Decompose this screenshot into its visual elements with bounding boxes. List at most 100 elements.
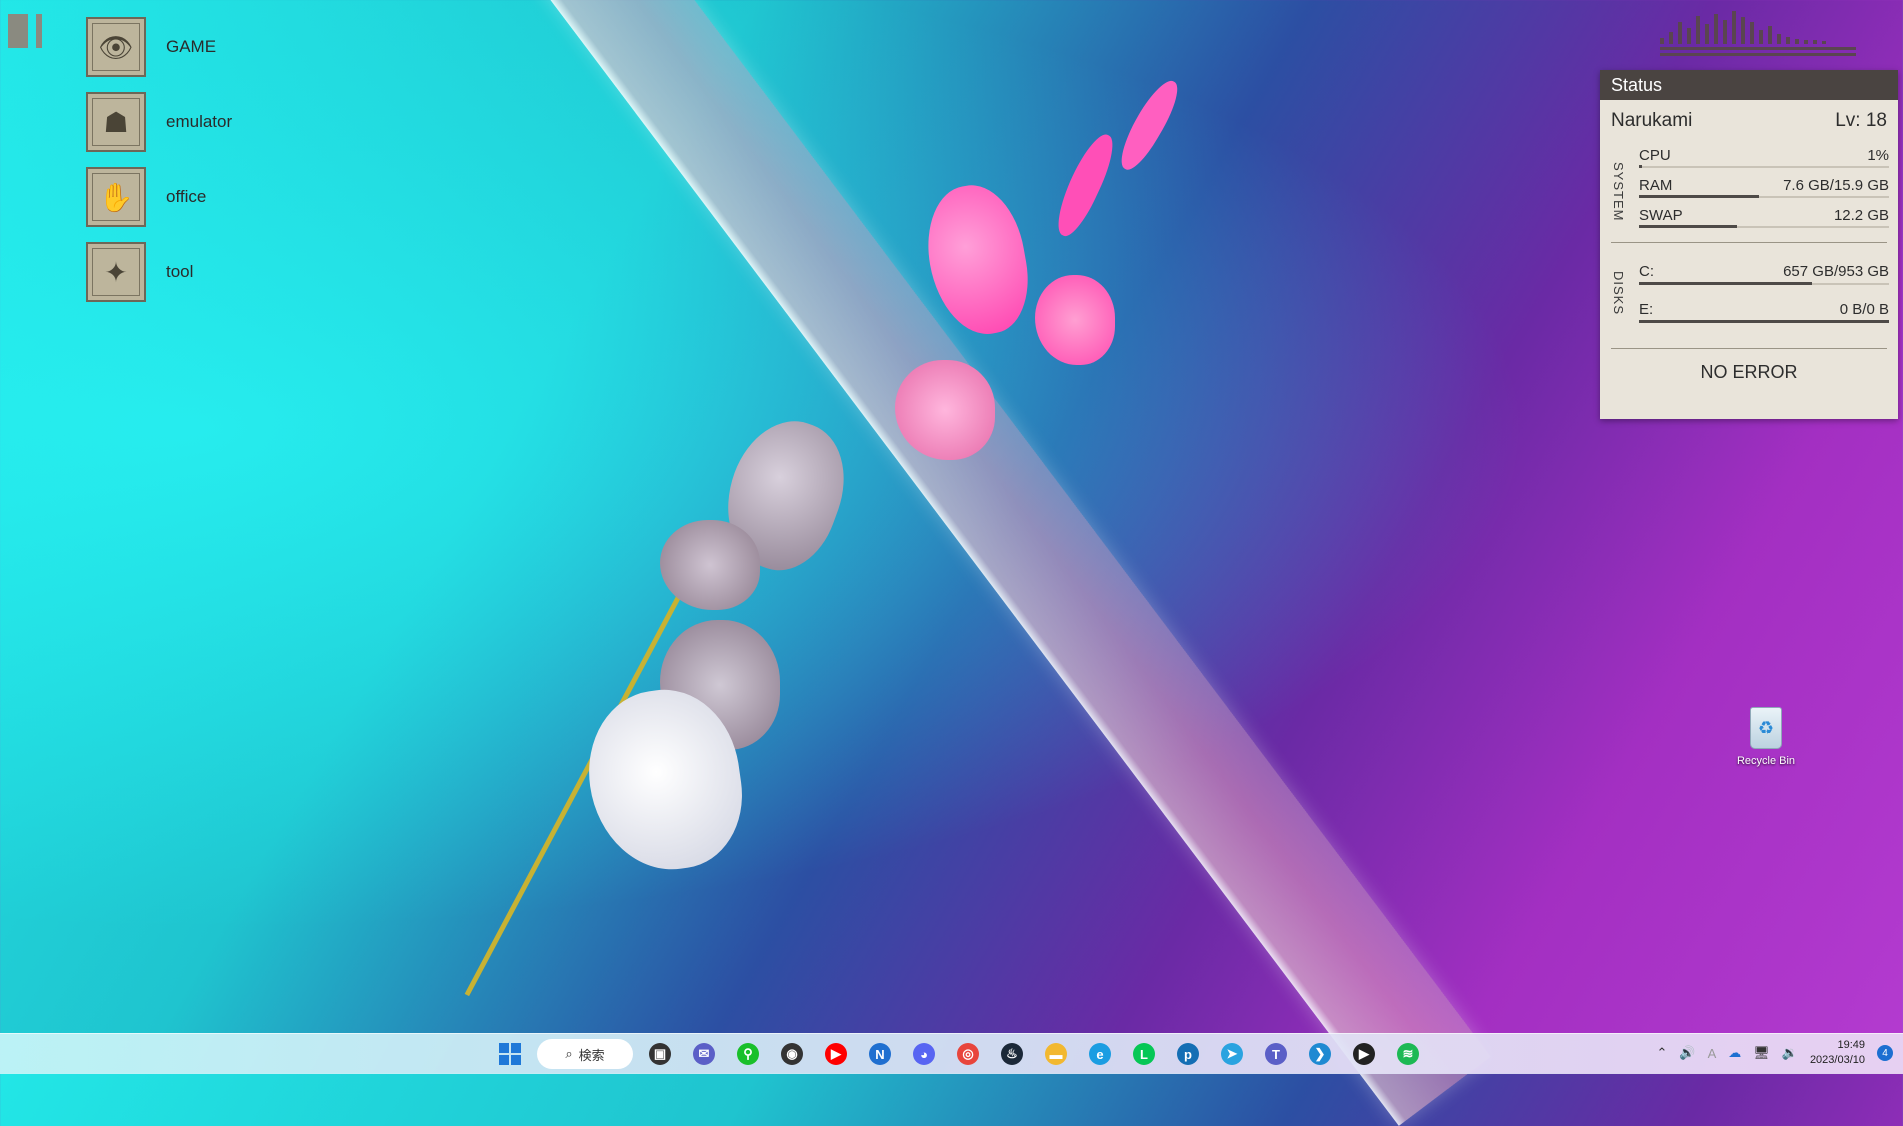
status-title: Status [1600, 70, 1898, 100]
cpu-bar-track [1639, 166, 1889, 168]
volume-icon[interactable]: 🔉 [1782, 1045, 1798, 1061]
taskbar-app-17[interactable]: ≋ [1391, 1038, 1425, 1070]
status-panel: Status Narukami Lv: 18 SYSTEM CPU 1% RAM… [1600, 70, 1898, 419]
visualizer-bar [1723, 20, 1727, 44]
status-user-row: Narukami Lv: 18 [1600, 100, 1898, 132]
star-glyph: ✦ [104, 256, 128, 288]
flower-petal [1035, 275, 1115, 365]
line-icon: L [1133, 1043, 1155, 1065]
launcher-label: tool [166, 262, 194, 281]
taskbar-app-11[interactable]: L [1127, 1038, 1161, 1070]
visualizer-bar [1732, 11, 1736, 44]
youtube-icon: ▶ [825, 1043, 847, 1065]
hands-icon: ✋ [86, 167, 146, 227]
chrome-icon: ◎ [957, 1043, 979, 1065]
system-rows: CPU 1% RAM 7.6 GB/15.9 GB SWAP 12.2 GB [1639, 142, 1889, 242]
launcher-item-tool[interactable]: ✦ tool [86, 241, 232, 303]
start-button[interactable] [493, 1038, 527, 1070]
audio-visualizer [1660, 10, 1856, 66]
taskbar-app-7[interactable]: ◎ [951, 1038, 985, 1070]
cpu-bar-fill [1639, 165, 1642, 168]
flower-petal [895, 360, 995, 460]
teams-icon: T [1265, 1043, 1287, 1065]
taskbar-app-3[interactable]: ◉ [775, 1038, 809, 1070]
visualizer-line [1660, 53, 1856, 56]
taskbar-app-10[interactable]: e [1083, 1038, 1117, 1070]
disks-section: DISKS C: 657 GB/953 GB E: 0 B/0 B [1600, 243, 1898, 348]
disk-c-bar-fill [1639, 282, 1812, 285]
visualizer-bar [1777, 34, 1781, 44]
vscode-icon: ❯ [1309, 1043, 1331, 1065]
system-section: SYSTEM CPU 1% RAM 7.6 GB/15.9 GB SWAP 12… [1600, 142, 1898, 242]
launcher-item-game[interactable]: 👁 GAME [86, 16, 232, 78]
corner-bar [36, 14, 42, 48]
cpu-label: CPU [1639, 147, 1671, 164]
corner-menu-bars[interactable] [8, 14, 42, 48]
ram-value: 7.6 GB/15.9 GB [1783, 177, 1889, 194]
notification-badge[interactable]: 4 [1877, 1045, 1893, 1061]
chevron-up-icon[interactable]: ⌃ [1656, 1045, 1667, 1061]
taskbar-app-4[interactable]: ▶ [819, 1038, 853, 1070]
taskbar-app-2[interactable]: ⚲ [731, 1038, 765, 1070]
taskbar-apps: ▣ ✉ ⚲ ◉ ▶ N ◕ ◎ ♨ ▬ e Lp ➤ T ❯ ▶ ≋ [643, 1038, 1425, 1070]
visualizer-bar [1660, 38, 1664, 44]
onedrive-icon[interactable]: ☁ [1728, 1045, 1741, 1061]
visualizer-bar [1669, 32, 1673, 44]
recycle-bin-label: Recycle Bin [1736, 755, 1796, 767]
disk-e-bar-fill [1639, 320, 1889, 323]
network-icon[interactable]: 🖥 [1753, 1045, 1770, 1061]
ram-row: RAM 7.6 GB/15.9 GB [1639, 177, 1889, 198]
disk-rows: C: 657 GB/953 GB E: 0 B/0 B [1639, 243, 1889, 348]
taskbar: ⌕ 検索 ▣ ✉ ⚲ ◉ ▶ N ◕ ◎ ♨ ▬ e Lp ➤ T ❯ ▶ ≋ ⌃ 🔊 A ☁ 🖥 🔉 19:4… [0, 1033, 1903, 1074]
hands-glyph: ✋ [98, 181, 134, 213]
mask-glyph: ☗ [103, 106, 129, 138]
visualizer-bars [1660, 10, 1856, 44]
taskbar-app-15[interactable]: ❯ [1303, 1038, 1337, 1070]
taskbar-app-0[interactable]: ▣ [643, 1038, 677, 1070]
taskbar-app-14[interactable]: T [1259, 1038, 1293, 1070]
launcher-item-emulator[interactable]: ☗ emulator [86, 91, 232, 153]
mask-icon: ☗ [86, 92, 146, 152]
taskbar-app-6[interactable]: ◕ [907, 1038, 941, 1070]
visualizer-bar [1795, 39, 1799, 44]
eye-icon: 👁 [86, 17, 146, 77]
taskbar-app-5[interactable]: N [863, 1038, 897, 1070]
ime-indicator[interactable]: A [1708, 1046, 1717, 1061]
flower-petal [660, 520, 760, 610]
system-tray: ⌃ 🔊 A ☁ 🖥 🔉 19:49 2023/03/10 4 [1656, 1038, 1893, 1068]
chat-icon: ✉ [693, 1043, 715, 1065]
disk-e-row: E: 0 B/0 B [1639, 301, 1889, 323]
system-section-label: SYSTEM [1611, 162, 1626, 222]
launcher-label: office [166, 187, 207, 206]
taskbar-app-9[interactable]: ▬ [1039, 1038, 1073, 1070]
task-view-icon: ▣ [649, 1043, 671, 1065]
steam-icon: ♨ [1001, 1043, 1023, 1065]
visualizer-bar [1759, 30, 1763, 44]
windows-icon [499, 1043, 521, 1065]
launcher-item-office[interactable]: ✋ office [86, 166, 232, 228]
speaker-icon[interactable]: 🔊 [1679, 1045, 1695, 1061]
clock[interactable]: 19:49 2023/03/10 [1810, 1038, 1865, 1068]
swap-value: 12.2 GB [1833, 207, 1889, 224]
taskbar-app-12[interactable]: p [1171, 1038, 1205, 1070]
status-footer: NO ERROR [1700, 362, 1798, 382]
swap-bar-fill [1639, 225, 1737, 228]
cpu-value: 1% [1867, 147, 1889, 164]
visualizer-baseline [1660, 47, 1856, 56]
search-label: 検索 [578, 1047, 605, 1063]
launcher-label: GAME [166, 37, 217, 56]
taskbar-search[interactable]: ⌕ 検索 [537, 1039, 633, 1069]
taskbar-app-13[interactable]: ➤ [1215, 1038, 1249, 1070]
recycle-bin[interactable]: ♻ Recycle Bin [1730, 707, 1802, 767]
ram-bar-fill [1639, 195, 1759, 198]
news-icon: N [869, 1043, 891, 1065]
media-player-icon: ▶ [1353, 1043, 1375, 1065]
clock-date: 2023/03/10 [1809, 1054, 1865, 1066]
taskbar-app-8[interactable]: ♨ [995, 1038, 1029, 1070]
visualizer-bar [1741, 17, 1745, 44]
visualizer-bar [1678, 22, 1682, 44]
cpu-row: CPU 1% [1639, 147, 1889, 168]
visualizer-bar [1822, 41, 1826, 44]
taskbar-app-1[interactable]: ✉ [687, 1038, 721, 1070]
taskbar-app-16[interactable]: ▶ [1347, 1038, 1381, 1070]
